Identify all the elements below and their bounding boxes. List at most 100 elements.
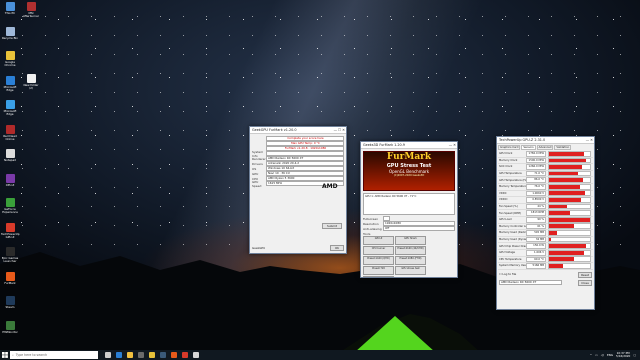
sensor-name: System Memory Used [499, 264, 526, 268]
language-indicator[interactable]: ENG [607, 353, 613, 357]
desktop-icon-label: This PC [4, 11, 16, 15]
sensor-value: 99 % [526, 216, 546, 223]
desktop-icon[interactable]: Red Dead Online [1, 124, 19, 141]
volume-icon[interactable]: ◁) [601, 353, 604, 357]
sensor-name: Memory Controller Load [499, 224, 526, 228]
furmark-tool-button[interactable]: Preset:1440 (QHD) [363, 256, 394, 265]
sensor-value: 1.006 V [526, 249, 546, 256]
desktop-icon[interactable]: Microsoft Edge [1, 75, 19, 92]
banner-title: FurMark [386, 152, 432, 162]
desktop-icon[interactable]: Google Chrome [1, 51, 19, 67]
tab[interactable]: Validation [554, 145, 572, 150]
close-button[interactable]: Close [578, 279, 592, 286]
desktop-icon[interactable]: New folder (2) [22, 74, 40, 90]
sensor-name: GPU Temperature [499, 172, 522, 176]
desktop-icon[interactable]: Microsoft Edge [1, 100, 19, 116]
window-controls[interactable]: — ✕ [586, 137, 593, 143]
furmark-tool-button[interactable]: GPU Shark [395, 236, 426, 245]
desktop-icon-label: Steam [5, 305, 15, 309]
ok-button[interactable]: OK [330, 245, 344, 251]
desktop-icon[interactable]: Steam [1, 296, 19, 309]
info-label: GPU [252, 171, 259, 176]
sensor-name: Fan Speed (RPM) [499, 211, 521, 215]
clock[interactable]: 10:37 PM 5/16/2020 [616, 351, 630, 358]
title-bar[interactable]: TechPowerUp GPU-Z 2.31.0 — ✕ [497, 137, 594, 144]
submit-button[interactable]: Submit [322, 223, 342, 229]
desktop-icon[interactable]: FurMark [1, 271, 19, 285]
sensor-graph [548, 190, 591, 197]
desktop-icon-label: Epic Games Launcher [1, 256, 19, 264]
geekgpu-icon[interactable] [192, 352, 199, 358]
furmark-tool-button[interactable]: GPU stress test [395, 266, 426, 275]
furmark-tool-button[interactable]: Preset:720 [363, 266, 394, 275]
desktop-icon[interactable]: TechPowerUp GPU-Z [1, 222, 20, 239]
desktop-icon[interactable]: MSI Afterburner [22, 2, 40, 18]
sensor-graph [548, 170, 591, 177]
title-bar[interactable]: Geeks3D FurMark 1.20.9 — ✕ [361, 142, 457, 149]
desktop-icon-label: FurMark [4, 280, 16, 285]
chrome-icon[interactable] [148, 352, 155, 358]
desktop-icon[interactable]: HWMonitor [1, 320, 19, 334]
sensor-value: 0.8500 V [526, 197, 546, 203]
desktop-icon[interactable]: Notepad [1, 149, 19, 162]
sensor-graph [548, 256, 591, 263]
tab[interactable]: Sensors [521, 145, 536, 150]
edge-icon[interactable] [115, 352, 122, 358]
furmark-tool-button[interactable]: Preset:2160 (4K/UHD) [395, 246, 426, 255]
sensor-name: VDDC [499, 191, 507, 195]
app-icon [5, 222, 15, 232]
furmark-tool-button[interactable]: Custom preset [363, 276, 394, 277]
sensor-value: 1782.0 MHz [526, 151, 546, 157]
gpu-selector[interactable]: AMD Radeon RX 5600 XT [499, 279, 562, 285]
app-icon [5, 2, 15, 11]
furmark-tool-button[interactable]: Preset:1080 (FHD) [395, 256, 426, 265]
sensor-value: 1.0060 V [526, 190, 546, 197]
reset-button[interactable]: Reset [578, 271, 592, 278]
sensor-graph [548, 223, 591, 230]
network-icon[interactable]: ▭ [595, 353, 598, 357]
window-controls[interactable]: — ✕ [449, 142, 456, 148]
sensor-graph [548, 230, 591, 236]
window-controls[interactable]: — ☐ ✕ [334, 127, 345, 133]
search-input[interactable]: Type here to search [16, 353, 47, 357]
sensor-graph-fill [549, 178, 583, 183]
furmark-tool-button[interactable]: CPU burner [363, 246, 394, 255]
title-bar[interactable]: GeekGPU FurMark v1.20.0 — ☐ ✕ [250, 127, 346, 134]
sensor-graph [548, 243, 591, 250]
start-button[interactable] [0, 350, 10, 360]
aa-select[interactable]: Off [383, 225, 455, 232]
footer-left: GeekGPU [252, 246, 266, 250]
notifications-icon[interactable]: ▢ [633, 353, 636, 357]
sensor-value: 34 MB [526, 236, 546, 243]
chevron-up-icon[interactable]: ^ [590, 353, 592, 357]
desktop-icon[interactable]: GeForce Experience [1, 198, 19, 214]
sensor-value: 1813 RPM [526, 210, 546, 216]
tab[interactable]: Graphics Card [498, 145, 521, 150]
desktop-icon[interactable]: CPU-Z [1, 173, 19, 187]
desktop-icon[interactable]: This PC [1, 2, 19, 15]
store-icon[interactable] [137, 352, 144, 358]
sensor-name: SOC Clock [499, 165, 513, 169]
sensor-graph [548, 164, 591, 170]
sensor-name: Memory Temperature [499, 185, 526, 189]
sensor-graph-fill [549, 191, 586, 196]
sensor-value: 76.0 °C [526, 183, 546, 190]
steam-icon[interactable] [159, 352, 166, 358]
furmark-tool-button[interactable]: GPU-Z [363, 236, 394, 245]
furmark-icon[interactable] [170, 352, 177, 358]
app-icon [26, 2, 36, 11]
search-box[interactable]: ⌕ Type here to search [10, 351, 98, 359]
desktop-icon[interactable]: Epic Games Launcher [1, 247, 19, 263]
desktop-icon[interactable]: Recycle Bin [1, 26, 19, 40]
sensor-value: 61 % [526, 223, 546, 230]
tab[interactable]: Advanced [536, 145, 554, 150]
sensor-graph [548, 183, 591, 190]
log-to-file-checkbox[interactable]: ☐ Log to file [499, 272, 516, 278]
app-icon [5, 149, 15, 158]
sensor-graph [548, 157, 591, 164]
sensor-value: 71.0 °C [526, 170, 546, 177]
gpuz-icon[interactable] [181, 352, 188, 358]
task-view-icon[interactable] [104, 352, 111, 358]
file-explorer-icon[interactable] [126, 352, 133, 358]
sensor-graph-fill [549, 211, 570, 216]
